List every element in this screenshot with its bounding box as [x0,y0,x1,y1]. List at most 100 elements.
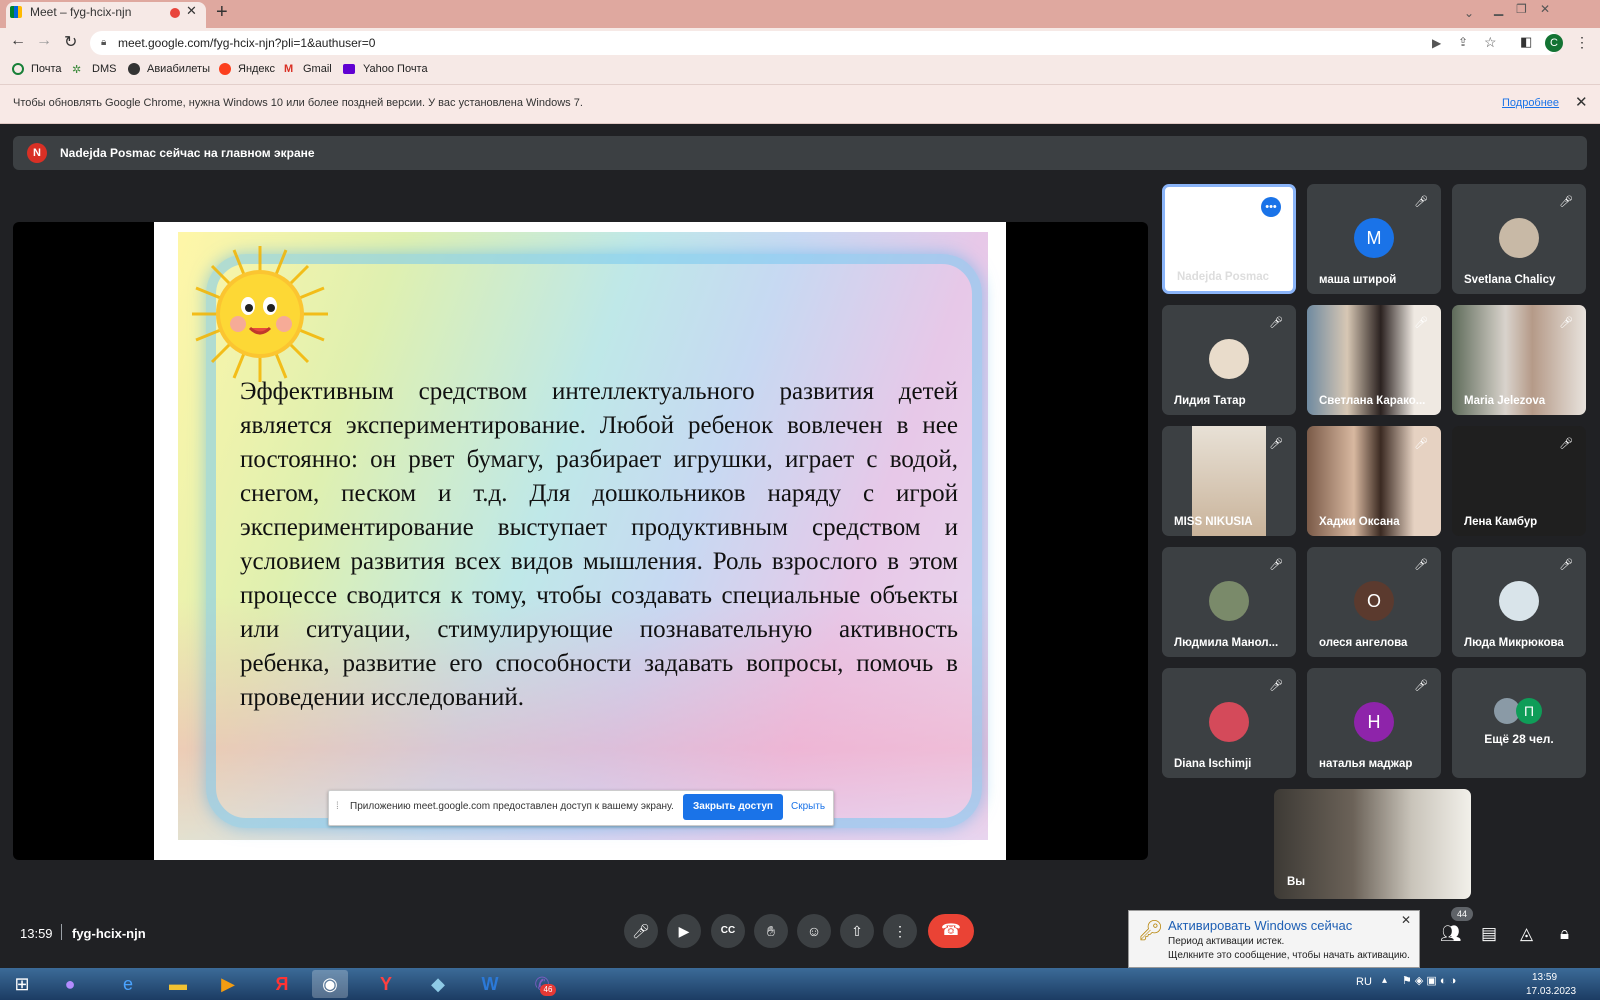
participant-tile[interactable]: 🎤︎ Людмила Манол... [1162,547,1296,657]
bookmark-yahoo[interactable]: Yahoo Почта [363,63,428,75]
muted-mic-icon: 🎤︎ [1414,196,1428,208]
muted-mic-icon: 🎤︎ [1269,317,1283,329]
alice-icon[interactable]: ● [52,970,88,998]
participant-tile[interactable]: 🎤︎ Diana Ischimji [1162,668,1296,778]
forward-icon[interactable]: → [36,32,52,50]
participant-avatar [1209,702,1249,742]
self-view-label: Вы [1287,876,1306,888]
participant-name: Светлана Карако... [1319,395,1426,407]
minimize-icon[interactable]: ▁ [1494,2,1503,16]
internet-explorer-icon[interactable]: e [110,970,146,998]
people-icon[interactable]: 👥︎ [1440,924,1462,944]
muted-mic-icon: 🎤︎ [1414,438,1428,450]
participant-tile[interactable]: 🎤︎ Светлана Карако... [1307,305,1441,415]
menu-dots-icon[interactable]: ⋮ [1575,34,1589,51]
muted-mic-icon: 🎤︎ [1414,680,1428,692]
more-participants-tile[interactable]: П Ещё 28 чел. [1452,668,1586,778]
end-call-button[interactable]: ☎︎ [928,914,974,948]
participant-name: Nadejda Posmac [1177,271,1270,283]
raise-hand-button[interactable]: ✋︎ [754,914,788,948]
participant-tile[interactable]: 🎤︎ Лена Камбур [1452,426,1586,536]
tray-expand-icon[interactable]: ▴ [1382,975,1387,986]
camera-button[interactable]: ▶ [667,914,701,948]
activation-close-button[interactable]: ✕ [1401,913,1411,927]
tab-search-icon[interactable]: ⌄ [1464,6,1474,20]
participant-name: Людмила Манол... [1174,637,1279,649]
chat-icon[interactable]: ▤ [1481,924,1497,944]
lock-icon[interactable]: 🔒︎ [101,37,106,48]
bookmark-yandex[interactable]: Яндекс [238,63,275,75]
captions-button[interactable]: CC [711,914,745,948]
participant-name: Diana Ischimji [1174,758,1252,770]
meet-favicon-icon [10,6,22,18]
activities-icon[interactable]: ◬ [1520,924,1533,944]
window-close-icon[interactable]: ✕ [1540,2,1550,16]
bookmark-aviabilety[interactable]: Авиабилеты [147,63,210,75]
drag-handle-icon[interactable]: ⁞ [336,801,339,812]
bookmark-star-icon[interactable]: ☆ [1484,34,1497,51]
app-icon[interactable]: ◆ [420,970,456,998]
share-icon[interactable]: ⇪ [1458,35,1468,49]
restore-icon[interactable]: ❐ [1516,2,1527,16]
participant-avatar: О [1354,581,1394,621]
muted-mic-icon: 🎤︎ [1269,559,1283,571]
participant-tile[interactable]: M 🎤︎ маша штирой [1307,184,1441,294]
profile-avatar[interactable]: C [1545,34,1563,52]
presentation-banner-text: Nadejda Posmac сейчас на главном экране [60,146,315,160]
participant-tile[interactable]: 🎤︎ Лидия Татар [1162,305,1296,415]
more-options-button[interactable]: ⋮ [883,914,917,948]
tab-title: Meet – fyg-hcix-njn [30,5,132,19]
participant-tile[interactable]: 🎤︎ MISS NIKUSIA [1162,426,1296,536]
bookmark-gmail[interactable]: Gmail [303,63,332,75]
yandex-browser-icon[interactable]: Y [368,970,404,998]
participant-tile[interactable]: Nadejda Posmac ••• [1162,184,1296,294]
tab-close-button[interactable]: ✕ [186,3,197,19]
word-icon[interactable]: W [472,970,508,998]
keys-icon: 🔑︎ [1138,920,1164,942]
tray-clock-date[interactable]: 17.03.2023 [1526,986,1576,997]
chrome-taskbar-icon[interactable]: ◉ [312,970,348,998]
participant-tile[interactable]: 🎤︎ Maria Jelezova [1452,305,1586,415]
infobar-more-link[interactable]: Подробнее [1502,97,1559,109]
infobar-text: Чтобы обновлять Google Chrome, нужна Win… [13,97,583,109]
start-button-icon[interactable]: ⊞ [4,970,40,998]
participant-tile[interactable]: Н 🎤︎ наталья маджар [1307,668,1441,778]
participant-tile[interactable]: 🎤︎ Люда Микрюкова [1452,547,1586,657]
side-panel-icon[interactable]: ◧ [1520,34,1532,50]
input-language[interactable]: RU [1356,976,1372,988]
hide-notice-button[interactable]: Скрыть [791,801,825,812]
participant-tile[interactable]: О 🎤︎ олеся ангелова [1307,547,1441,657]
new-tab-button[interactable]: + [216,1,228,24]
file-explorer-icon[interactable]: ▬ [160,970,196,998]
bookmark-dms[interactable]: DMS [92,63,116,75]
divider [61,924,62,940]
participant-tile[interactable]: 🎤︎ Хаджи Оксана [1307,426,1441,536]
tray-icons[interactable]: ⚑ ◈ ▣ ◐ ◑ [1402,974,1456,987]
muted-mic-icon: 🎤︎ [1269,438,1283,450]
muted-mic-icon: 🎤︎ [1559,196,1573,208]
url-text[interactable]: meet.google.com/fyg-hcix-njn?pli=1&authu… [118,36,375,50]
reactions-button[interactable]: ☺ [797,914,831,948]
present-screen-button[interactable]: ⇧ [840,914,874,948]
bookmark-pochta[interactable]: Почта [31,63,62,75]
yandex-icon [219,63,231,75]
camera-icon[interactable]: ▶ [1432,36,1441,50]
yandex-taskbar-icon[interactable]: Я [264,970,300,998]
participant-name: Maria Jelezova [1464,395,1546,407]
reload-icon[interactable]: ↻ [64,32,77,52]
media-player-icon[interactable]: ▶ [210,970,246,998]
activation-title[interactable]: Активировать Windows сейчас [1168,918,1352,933]
infobar-close-button[interactable]: ✕ [1575,93,1588,111]
participant-avatar: П [1516,698,1542,724]
participant-avatar [1209,581,1249,621]
tray-clock-time[interactable]: 13:59 [1532,972,1557,983]
participant-avatar [1209,339,1249,379]
slide-text: Эффективным средством интеллектуального … [240,378,958,711]
host-controls-icon[interactable]: 🔒︎ [1560,924,1569,944]
participant-tile[interactable]: 🎤︎ Svetlana Chalicy [1452,184,1586,294]
muted-mic-icon: 🎤︎ [1414,559,1428,571]
microphone-button[interactable]: 🎤︎ [624,914,658,948]
back-icon[interactable]: ← [10,32,26,50]
stop-sharing-button[interactable]: Закрыть доступ [683,794,783,820]
aviabilety-icon [128,63,140,75]
